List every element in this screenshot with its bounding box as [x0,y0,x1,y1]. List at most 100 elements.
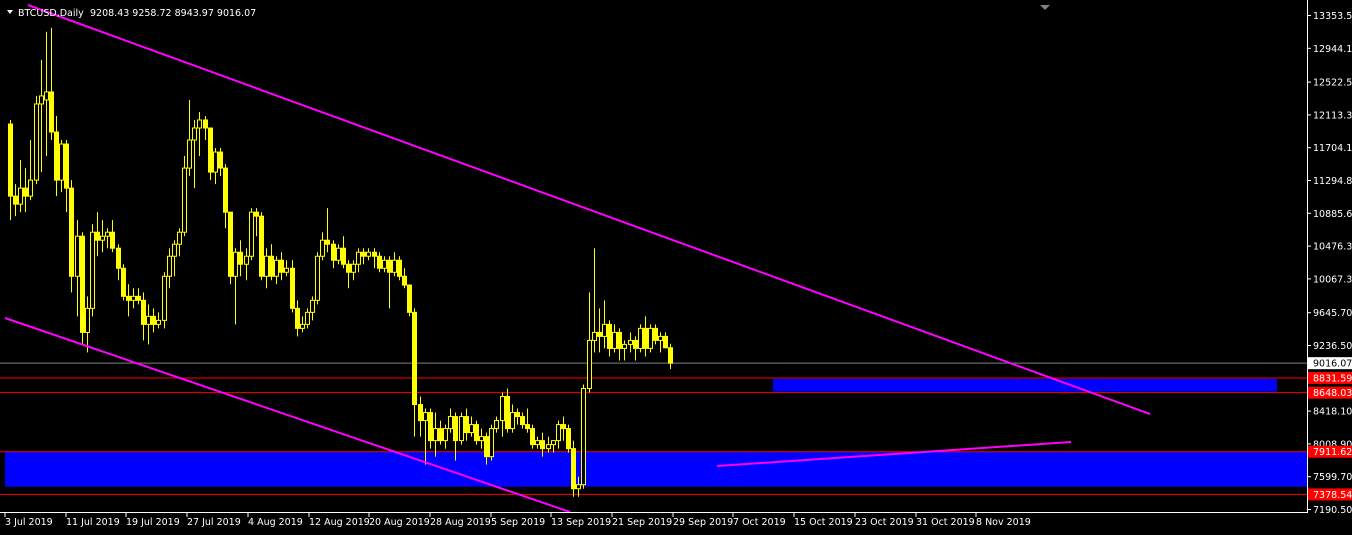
candle-body [136,295,141,301]
candle-body [49,91,54,133]
candle-body [238,251,243,265]
time-tick-label: 7 Oct 2019 [733,517,786,528]
candle-body [259,215,264,277]
price-tick-label: 10067.30 [1313,274,1352,285]
price-tick-label: 7190.50 [1313,505,1352,516]
candle-body [612,331,617,349]
candle-body [392,259,397,273]
candle-body [597,331,602,337]
candle-body [510,412,515,430]
candle-body [566,428,571,450]
candle-body [356,251,361,265]
price-tick-label: 9236.50 [1313,341,1352,352]
price-tick-label: 11704.10 [1313,143,1352,154]
candle [90,224,95,317]
candle-body [341,247,346,265]
symbol-label[interactable]: BTCUSD,Daily [18,8,84,19]
price-tick-label: 12113.30 [1313,110,1352,121]
price-tick-label: 12944.10 [1313,44,1352,55]
candle-body [310,299,315,313]
candle-body [561,424,566,430]
candle-body [18,187,23,205]
candle-body [151,315,156,325]
candle-body [453,416,458,442]
time-tick-label: 13 Sep 2019 [551,517,611,528]
candle [80,232,85,345]
candle-body [617,331,622,349]
candle-body [397,259,402,277]
level-price-tag-label: 7378.54 [1313,490,1352,501]
candle-body [484,436,489,458]
candle-body [494,420,499,430]
price-tick-label: 10885.60 [1313,209,1352,220]
candle-body [387,259,392,273]
candle-body [668,347,673,364]
time-tick-label: 4 Aug 2019 [248,517,303,528]
candle-body [540,440,545,450]
price-tick-label: 13353.50 [1313,11,1352,22]
candle-body [90,231,95,309]
candle-body [208,127,213,173]
candle [397,256,402,281]
candle-body [80,235,85,333]
price-tick-label: 8418.10 [1313,407,1352,418]
candle-body [602,323,607,337]
candle-body [228,211,233,277]
level-price-tag-label: 8648.03 [1313,388,1352,399]
candle-body [663,335,668,349]
candle [34,95,39,185]
ohlc-label: 9208.43 9258.72 8943.97 9016.07 [90,8,256,19]
candle-body [44,91,49,101]
candle-body [105,231,110,237]
time-tick-label: 23 Oct 2019 [855,517,914,528]
candle-body [546,444,551,450]
candle [121,264,126,301]
candle-body [361,251,366,257]
candle-body [525,424,530,430]
candle-body [428,412,433,442]
zone-lower-zone [5,451,1307,487]
candle-body [628,339,633,345]
candle-body [28,179,33,197]
candle-body [372,251,377,257]
time-tick-label: 5 Sep 2019 [491,517,545,528]
candle-body [85,307,90,333]
candle-body [177,231,182,245]
time-tick-label: 27 Jul 2019 [187,517,241,528]
candle-body [551,440,556,446]
candle-body [576,484,581,490]
time-tick-label: 8 Nov 2019 [976,517,1031,528]
candle-body [254,211,259,217]
candle-body [351,263,356,273]
candle-body [116,247,121,269]
time-tick-label: 29 Sep 2019 [673,517,733,528]
candle-body [474,424,479,442]
candlestick-chart[interactable]: 13353.50 12944.10 12522.50 12113.30 11704.10… [0,0,1352,535]
candle [208,127,213,181]
candle [182,156,187,237]
candle-body [346,263,351,273]
candle-body [658,335,663,341]
candle-body [182,167,187,233]
time-tick-label: 28 Aug 2019 [430,517,491,528]
candle-body [500,396,505,422]
price-tick-label: 11294.80 [1313,176,1352,187]
candle-body [556,424,561,442]
candle-body [295,307,300,329]
candle-body [320,239,325,257]
candle-body [75,235,80,277]
candle-body [464,416,469,434]
candle-body [638,327,643,349]
candle-body [653,327,658,341]
candle-body [141,299,146,325]
candle-body [54,131,59,181]
candle-body [412,311,417,406]
candle-body [131,295,136,301]
candle-body [249,211,254,257]
candle-body [459,416,464,442]
candle [407,284,412,317]
candle-body [325,239,330,245]
candle-body [530,428,535,446]
candle-body [520,416,525,426]
candle-body [407,284,412,313]
